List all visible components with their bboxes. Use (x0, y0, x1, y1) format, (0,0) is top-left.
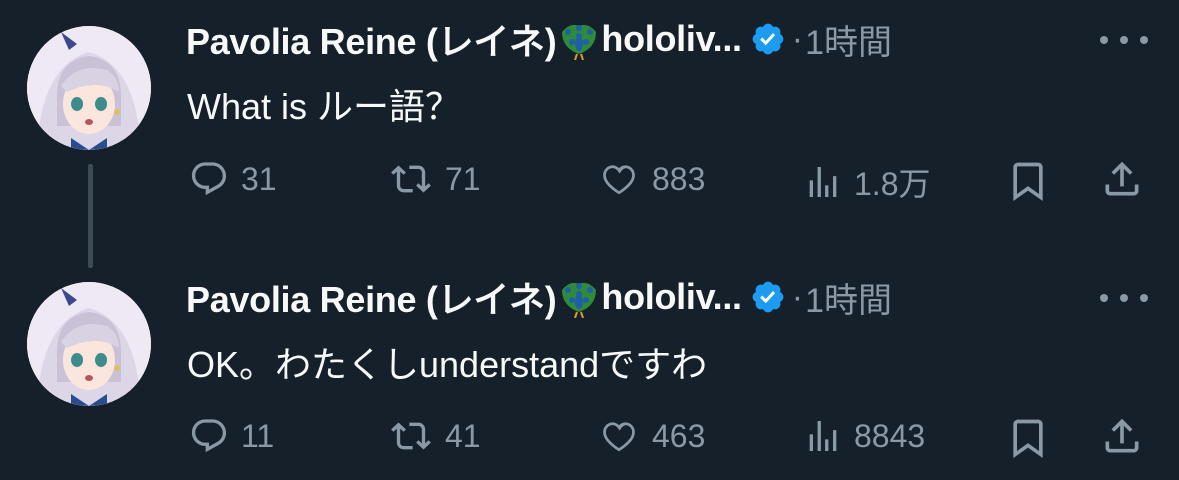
like-icon (603, 165, 635, 195)
reply-button[interactable]: 31 (187, 159, 277, 199)
tweet-text: What is ルー語？ (187, 86, 462, 127)
peacock-emoji-icon (562, 282, 597, 318)
peacock-emoji-icon (562, 24, 597, 60)
views-icon (809, 421, 837, 451)
reply-count: 11 (241, 417, 275, 454)
share-icon (1105, 161, 1139, 196)
views-icon (809, 167, 837, 197)
action-bar: 31 71 883 1.8万 (0, 155, 1179, 203)
avatar[interactable] (27, 282, 151, 406)
bookmark-icon (1013, 419, 1043, 459)
retweet-count: 71 (445, 160, 481, 197)
bookmark-button[interactable] (1006, 416, 1050, 460)
author-name[interactable]: Pavolia Reine (レイネ) (186, 13, 557, 65)
reply-icon (191, 419, 227, 453)
author-handle-suffix[interactable]: hololiv... (601, 276, 742, 318)
retweet-count: 41 (445, 417, 481, 454)
timestamp[interactable]: 1時間 (805, 273, 892, 322)
verified-badge-icon (752, 23, 784, 55)
retweet-icon (391, 165, 431, 193)
separator-dot: · (791, 277, 804, 316)
views-button[interactable]: 8843 (802, 416, 925, 456)
retweet-button[interactable]: 41 (387, 416, 481, 456)
reply-button[interactable]: 11 (187, 416, 274, 456)
bookmark-icon (1013, 162, 1043, 202)
like-button[interactable]: 883 (596, 159, 705, 199)
like-count: 883 (652, 160, 706, 197)
views-button[interactable]: 1.8万 (802, 159, 931, 205)
avatar[interactable] (27, 26, 151, 150)
views-count: 1.8万 (854, 166, 931, 202)
like-count: 463 (652, 417, 706, 454)
reply-icon (191, 162, 227, 196)
views-count: 8843 (854, 417, 926, 454)
more-icon[interactable] (1100, 286, 1148, 310)
action-bar: 11 41 463 8843 (0, 412, 1179, 460)
tweet-text: OK。わたくしunderstandですわ (187, 344, 708, 385)
timestamp[interactable]: 1時間 (805, 15, 892, 64)
share-button[interactable] (1100, 414, 1144, 458)
tweet-header: Pavolia Reine (レイネ) hololiv... · 1時間 (186, 272, 892, 322)
like-icon (603, 422, 635, 452)
author-name[interactable]: Pavolia Reine (レイネ) (186, 271, 557, 323)
separator-dot: · (791, 19, 804, 58)
share-icon (1105, 418, 1139, 453)
like-button[interactable]: 463 (596, 416, 705, 456)
retweet-button[interactable]: 71 (387, 159, 481, 199)
verified-badge-icon (752, 281, 784, 313)
tweet-header: Pavolia Reine (レイネ) hololiv... · 1時間 (186, 14, 892, 64)
bookmark-button[interactable] (1006, 159, 1050, 203)
author-handle-suffix[interactable]: hololiv... (601, 18, 742, 60)
share-button[interactable] (1100, 157, 1144, 201)
retweet-icon (391, 422, 431, 450)
reply-count: 31 (241, 160, 277, 197)
more-icon[interactable] (1100, 28, 1148, 52)
